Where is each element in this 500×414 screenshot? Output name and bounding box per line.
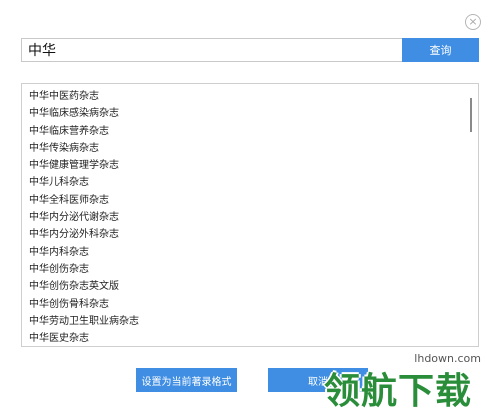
list-item[interactable]: 中华创伤杂志 <box>29 261 478 278</box>
result-items: 中华中医药杂志 中华临床感染病杂志 中华临床营养杂志 中华传染病杂志 中华健康管理学杂志… <box>22 84 478 346</box>
list-item[interactable]: 中华全科医师杂志 <box>29 192 478 209</box>
journal-search-dialog: × 查询 中华中医药杂志中华临床感染病杂志中华临床营养杂志中华传染病杂志中华健康… <box>0 0 500 414</box>
close-icon[interactable]: × <box>465 14 481 30</box>
list-item[interactable]: 中华劳动卫生职业病杂志 <box>29 313 478 330</box>
set-current-format-button[interactable]: 设置为当前著录格式 <box>136 368 237 392</box>
watermark-logo: lhdown.com 领航下载 <box>322 350 498 412</box>
list-item[interactable]: 中华创伤骨科杂志 <box>29 296 478 313</box>
list-item[interactable]: 中华临床营养杂志 <box>29 123 478 140</box>
scrollbar-thumb[interactable] <box>470 98 472 132</box>
list-item[interactable]: 中华内分泌代谢杂志 <box>29 209 478 226</box>
list-item[interactable]: 中华中医药杂志 <box>29 88 478 105</box>
list-item[interactable]: 中华传染病杂志 <box>29 140 478 157</box>
journal-results-list[interactable]: 中华中医药杂志 中华临床感染病杂志 中华临床营养杂志 中华传染病杂志 中华健康管理学杂志… <box>21 83 479 347</box>
list-item[interactable]: 中华医史杂志 <box>29 330 478 346</box>
list-item[interactable]: 中华健康管理学杂志 <box>29 157 478 174</box>
list-item[interactable]: 中华临床感染病杂志 <box>29 105 478 122</box>
list-item[interactable]: 中华创伤杂志英文版 <box>29 278 478 295</box>
list-item[interactable]: 中华内分泌外科杂志 <box>29 226 478 243</box>
list-item[interactable]: 中华儿科杂志 <box>29 174 478 191</box>
watermark-text: 领航下载 <box>324 371 473 412</box>
search-input[interactable] <box>21 38 403 62</box>
list-item[interactable]: 中华内科杂志 <box>29 244 478 261</box>
search-button[interactable]: 查询 <box>402 38 479 62</box>
